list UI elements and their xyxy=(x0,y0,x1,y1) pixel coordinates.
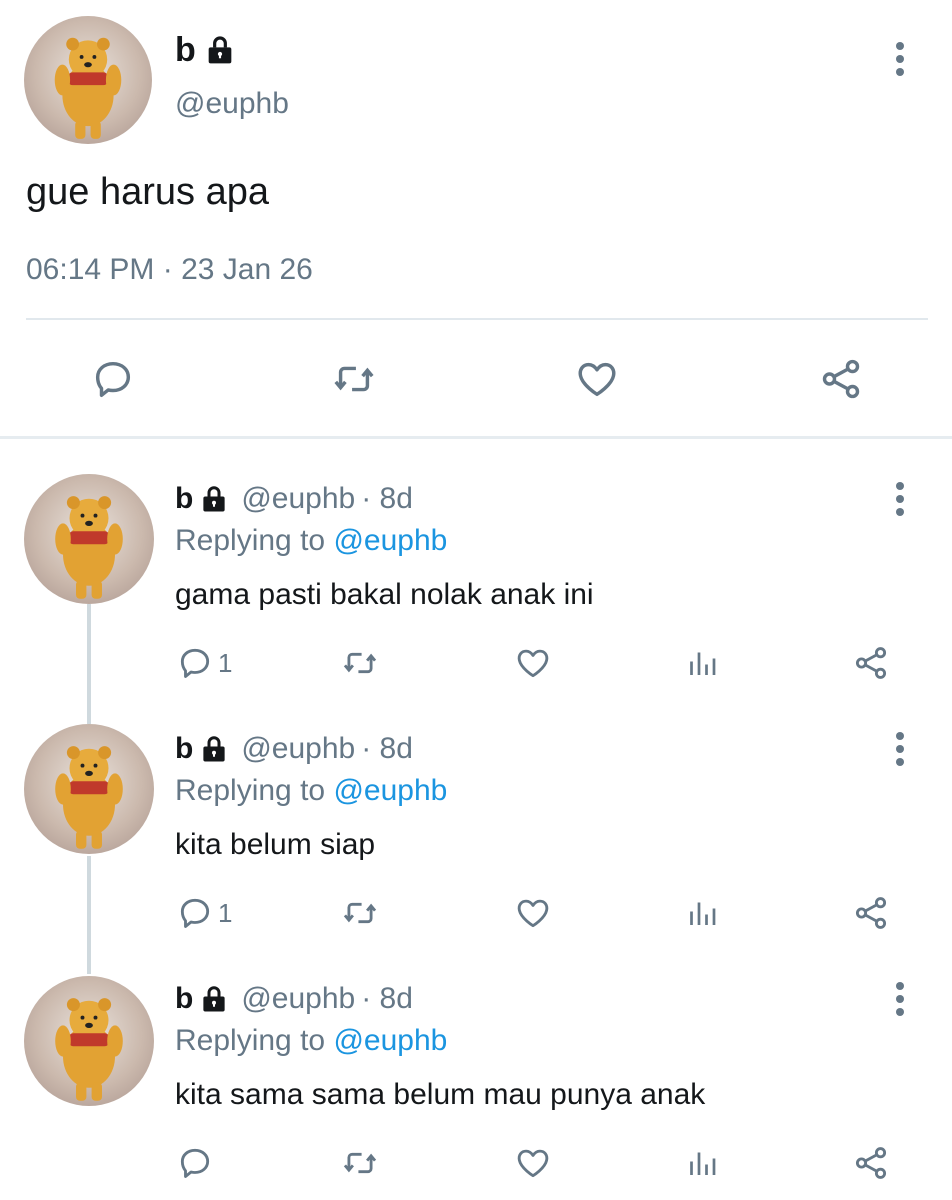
analytics-icon xyxy=(690,902,716,925)
display-name: b xyxy=(175,982,194,1015)
mention-link[interactable]: @euphb xyxy=(333,1024,447,1057)
analytics-icon xyxy=(690,652,716,675)
retweet-button[interactable] xyxy=(340,1144,380,1182)
section-divider xyxy=(0,436,952,439)
reply-icon xyxy=(180,898,210,928)
reply-header[interactable]: b @euphb · 8d xyxy=(175,480,413,518)
replying-label: Replying to xyxy=(175,524,326,557)
share-icon xyxy=(855,1147,887,1179)
retweet-icon xyxy=(334,366,374,392)
like-button[interactable] xyxy=(514,894,552,932)
reply-icon xyxy=(95,361,131,398)
replying-to: Replying to @euphb xyxy=(175,1022,447,1060)
thread-line xyxy=(87,856,91,974)
tweet-age: · 8d xyxy=(361,982,413,1015)
reply-text: gama pasti bakal nolak anak ini xyxy=(175,578,594,611)
like-button[interactable] xyxy=(514,644,552,682)
reply-icon xyxy=(180,648,210,678)
tweet-age: · 8d xyxy=(361,732,413,765)
mention-link[interactable]: @euphb xyxy=(333,524,447,557)
like-button[interactable] xyxy=(514,1144,552,1182)
reply-button[interactable] xyxy=(90,356,136,402)
share-icon xyxy=(822,359,860,399)
like-icon xyxy=(578,362,616,397)
tweet-timestamp: 06:14 PM · 23 Jan 26 xyxy=(26,253,313,286)
thread-line xyxy=(87,604,91,724)
tweet-age: · 8d xyxy=(361,482,413,515)
like-button[interactable] xyxy=(574,356,620,402)
handle: @euphb xyxy=(241,482,356,515)
reply-button[interactable]: 1 xyxy=(176,894,232,932)
reply-icon xyxy=(180,1148,210,1178)
handle[interactable]: @euphb xyxy=(175,84,289,124)
divider xyxy=(26,318,928,320)
share-button[interactable] xyxy=(852,894,890,932)
avatar[interactable] xyxy=(24,474,154,604)
share-button[interactable] xyxy=(818,356,864,402)
lock-icon xyxy=(199,734,229,764)
more-options-icon[interactable] xyxy=(892,482,908,521)
replying-label: Replying to xyxy=(175,1024,326,1057)
retweet-icon xyxy=(343,1152,377,1174)
mention-link[interactable]: @euphb xyxy=(333,774,447,807)
reply-header[interactable]: b @euphb · 8d xyxy=(175,730,413,768)
reply-count: 1 xyxy=(218,898,233,928)
share-icon xyxy=(855,897,887,929)
analytics-icon xyxy=(690,1152,716,1175)
replying-to: Replying to @euphb xyxy=(175,772,447,810)
lock-icon xyxy=(199,984,229,1014)
avatar[interactable] xyxy=(24,976,154,1106)
share-icon xyxy=(855,647,887,679)
retweet-button[interactable] xyxy=(330,356,378,402)
analytics-button[interactable] xyxy=(684,1144,720,1182)
like-icon xyxy=(517,1149,549,1178)
display-name-text: b xyxy=(175,31,196,69)
more-options-icon[interactable] xyxy=(892,982,908,1021)
reply-text: kita belum siap xyxy=(175,828,376,861)
share-button[interactable] xyxy=(852,1144,890,1182)
retweet-button[interactable] xyxy=(340,894,380,932)
share-button[interactable] xyxy=(852,644,890,682)
retweet-button[interactable] xyxy=(340,644,380,682)
reply-header[interactable]: b @euphb · 8d xyxy=(175,980,413,1018)
replying-to: Replying to @euphb xyxy=(175,522,447,560)
replying-label: Replying to xyxy=(175,774,326,807)
lock-icon xyxy=(199,484,229,514)
retweet-icon xyxy=(343,652,377,674)
reply-button[interactable]: 1 xyxy=(176,644,232,682)
display-name: b xyxy=(175,732,194,765)
display-name: b xyxy=(175,482,194,515)
avatar[interactable] xyxy=(24,16,152,144)
analytics-button[interactable] xyxy=(684,894,720,932)
like-icon xyxy=(517,899,549,928)
display-name[interactable]: b xyxy=(175,28,236,72)
avatar[interactable] xyxy=(24,724,154,854)
retweet-icon xyxy=(343,902,377,924)
lock-icon xyxy=(204,34,236,66)
more-options-icon[interactable] xyxy=(892,732,908,771)
like-icon xyxy=(517,649,549,678)
reply-text: kita sama sama belum mau punya anak xyxy=(175,1078,706,1111)
handle: @euphb xyxy=(241,982,356,1015)
reply-count: 1 xyxy=(218,648,233,678)
analytics-button[interactable] xyxy=(684,644,720,682)
handle: @euphb xyxy=(241,732,356,765)
tweet-text: gue harus apa xyxy=(26,171,269,213)
more-options-icon[interactable] xyxy=(892,42,908,81)
reply-button[interactable] xyxy=(176,1144,218,1182)
